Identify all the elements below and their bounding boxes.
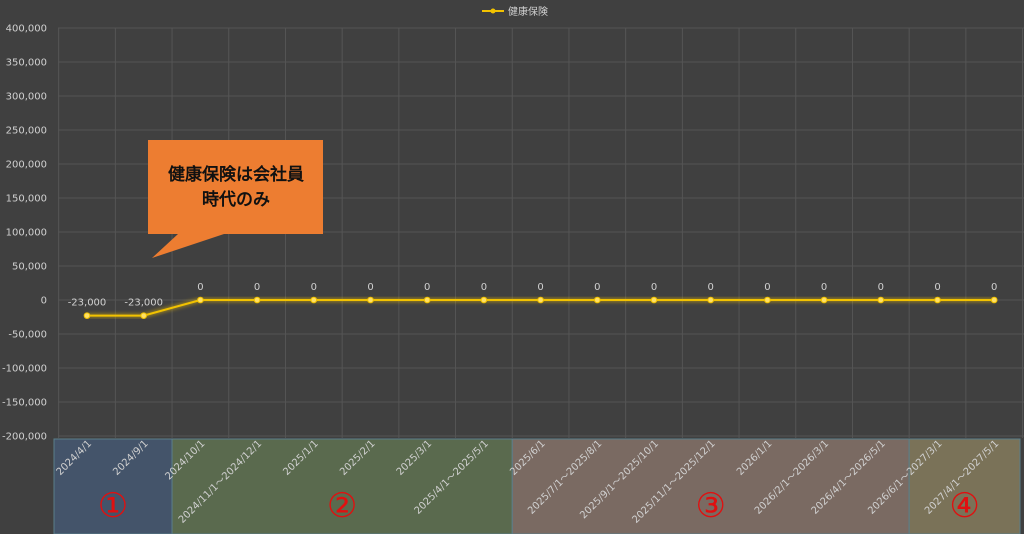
data-label: -23,000 xyxy=(68,298,107,309)
data-point xyxy=(83,312,91,319)
y-tick-label: 350,000 xyxy=(6,58,47,69)
callout-text-line2: 時代のみ xyxy=(202,189,270,210)
data-label: 0 xyxy=(821,282,827,293)
y-tick-label: 250,000 xyxy=(6,126,47,137)
legend: 健康保険 xyxy=(482,5,548,18)
data-point xyxy=(764,296,771,304)
data-point xyxy=(537,296,544,304)
data-labels: -23,000 -23,000 0 0 0 0 0 0 0 0 0 0 0 0 0 0 0 xyxy=(68,282,998,309)
data-point xyxy=(707,296,715,304)
data-label: 0 xyxy=(537,282,543,293)
data-label: 0 xyxy=(764,282,770,293)
y-tick-label: -150,000 xyxy=(2,398,47,409)
data-point xyxy=(594,296,601,304)
data-label: 0 xyxy=(197,282,203,293)
data-label: 0 xyxy=(594,282,600,293)
y-tick-label: 100,000 xyxy=(6,228,47,239)
y-tick-label: 400,000 xyxy=(6,24,47,35)
data-point xyxy=(650,296,658,304)
y-tick-label: -100,000 xyxy=(2,364,47,375)
data-label: 0 xyxy=(651,282,657,293)
data-point xyxy=(877,296,885,304)
section-number: ① xyxy=(98,486,128,526)
data-label: -23,000 xyxy=(124,298,163,309)
data-label: 0 xyxy=(254,282,260,293)
callout-bubble: 健康保険は会社員 時代のみ xyxy=(148,140,323,258)
y-tick-label: -50,000 xyxy=(8,330,47,341)
data-label: 0 xyxy=(481,282,487,293)
callout-text-line1: 健康保険は会社員 xyxy=(168,164,304,185)
y-tick-label: -200,000 xyxy=(2,432,47,443)
data-point xyxy=(140,312,147,319)
data-label: 0 xyxy=(424,282,430,293)
data-label: 0 xyxy=(311,282,317,293)
data-point xyxy=(367,296,374,304)
y-tick-label: 150,000 xyxy=(6,194,47,205)
y-tick-label: 200,000 xyxy=(6,160,47,171)
data-point xyxy=(934,296,941,304)
y-tick-label: 0 xyxy=(41,296,47,307)
data-point xyxy=(423,296,431,304)
y-tick-label: 300,000 xyxy=(6,92,47,103)
data-label: 0 xyxy=(934,282,940,293)
data-point xyxy=(990,296,998,304)
data-label: 0 xyxy=(991,282,997,293)
data-label: 0 xyxy=(367,282,373,293)
data-point xyxy=(310,296,318,304)
data-point xyxy=(480,296,488,304)
y-axis-tick-labels: 400,000 350,000 300,000 250,000 200,000 150,0… xyxy=(2,24,47,443)
section-number: ③ xyxy=(695,486,725,526)
legend-label: 健康保険 xyxy=(508,5,548,18)
data-point xyxy=(253,296,261,304)
legend-point-marker xyxy=(490,8,496,14)
data-point xyxy=(820,296,828,304)
chart-canvas: ①②③④ 400,000350,000300,000250,000200,000… xyxy=(2,5,1024,534)
y-tick-label: 50,000 xyxy=(12,262,47,273)
data-label: 0 xyxy=(708,282,714,293)
section-number: ② xyxy=(327,486,357,526)
data-label: 0 xyxy=(878,282,884,293)
data-point xyxy=(197,296,204,304)
